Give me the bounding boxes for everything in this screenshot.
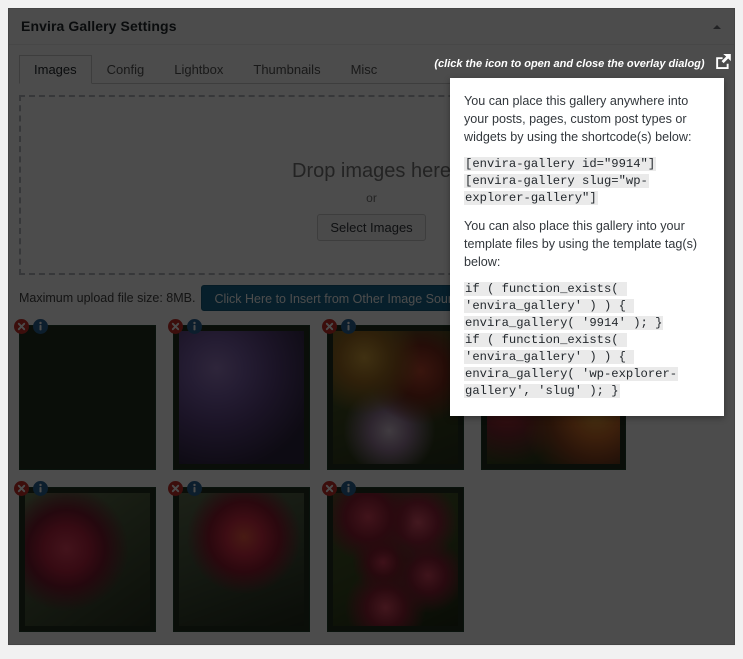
shortcode-slug-line: [envira-gallery slug="wp-explorer-galler…	[464, 174, 649, 205]
gallery-item[interactable]	[14, 319, 156, 470]
tab-lightbox[interactable]: Lightbox	[159, 55, 238, 84]
gallery-item[interactable]	[14, 481, 156, 632]
overlay-dialog-hint: (click the icon to open and close the ov…	[434, 52, 733, 76]
gallery-item[interactable]	[168, 319, 310, 470]
tab-config[interactable]: Config	[92, 55, 160, 84]
remove-circle-icon[interactable]	[168, 481, 183, 496]
thumbnail-image-purple-lilac-blossoms	[179, 331, 304, 464]
thumbnail-image-crimson-rose-bloom	[179, 493, 304, 626]
external-link-icon[interactable]	[714, 52, 733, 76]
info-circle-icon[interactable]	[341, 481, 356, 496]
thumbnail-image-pink-rose-closeup	[25, 331, 150, 464]
remove-circle-icon[interactable]	[14, 319, 29, 334]
thumbnail-image-red-rose-bush-cluster	[333, 493, 458, 626]
remove-circle-icon[interactable]	[322, 319, 337, 334]
max-upload-size-label: Maximum upload file size: 8MB.	[19, 291, 196, 305]
info-circle-icon[interactable]	[33, 481, 48, 496]
info-circle-icon[interactable]	[341, 319, 356, 334]
info-circle-icon[interactable]	[187, 481, 202, 496]
chevron-up-icon[interactable]	[710, 20, 724, 34]
template-tag-intro-paragraph: You can also place this gallery into you…	[464, 219, 698, 269]
remove-circle-icon[interactable]	[322, 481, 337, 496]
remove-circle-icon[interactable]	[14, 481, 29, 496]
page-title: Envira Gallery Settings	[21, 18, 177, 34]
shortcode-snippet-block[interactable]: [envira-gallery id="9914"] [envira-galler…	[464, 156, 710, 207]
gallery-item[interactable]	[322, 319, 464, 470]
gallery-item[interactable]	[168, 481, 310, 632]
thumbnail-image-red-rose-with-leaves	[25, 493, 150, 626]
overlay-dialog-hint-label: (click the icon to open and close the ov…	[434, 58, 705, 70]
tab-images[interactable]: Images	[19, 55, 92, 84]
select-images-button[interactable]: Select Images	[317, 214, 426, 241]
gallery-item[interactable]	[322, 481, 464, 632]
screen: Envira Gallery Settings Images Config Ligh…	[0, 0, 743, 659]
template-tag-slug-line: if ( function_exists( 'envira_gallery' )…	[464, 333, 679, 398]
shortcode-overlay-dialog[interactable]: You can place this gallery anywhere into…	[450, 78, 724, 416]
tab-misc[interactable]: Misc	[336, 55, 393, 84]
template-tag-snippet-block[interactable]: if ( function_exists( 'envira_gallery' )…	[464, 281, 710, 400]
info-circle-icon[interactable]	[33, 319, 48, 334]
thumbnail-image-mixed-wildflower-bed	[333, 331, 458, 464]
metabox-header: Envira Gallery Settings	[9, 9, 734, 45]
shortcode-intro-paragraph: You can place this gallery anywhere into…	[464, 94, 692, 144]
info-circle-icon[interactable]	[187, 319, 202, 334]
remove-circle-icon[interactable]	[168, 319, 183, 334]
template-tag-id-line: if ( function_exists( 'envira_gallery' )…	[464, 282, 664, 330]
tab-thumbnails[interactable]: Thumbnails	[238, 55, 335, 84]
insert-from-other-sources-button[interactable]: Click Here to Insert from Other Image So…	[201, 285, 485, 311]
shortcode-id-line: [envira-gallery id="9914"]	[464, 157, 657, 171]
